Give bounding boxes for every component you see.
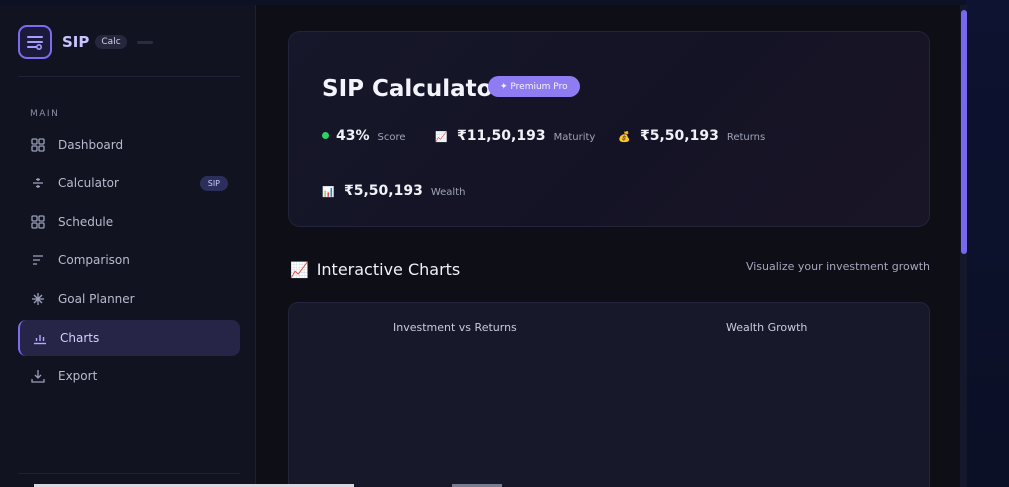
sidebar-item-label: Dashboard [58, 138, 124, 152]
stat-value: 43% [336, 128, 370, 144]
charts-section-header: 📈 Interactive Charts [290, 260, 460, 279]
sliders-icon [18, 25, 52, 59]
sparkle-icon [18, 292, 58, 306]
chart-title-investment-vs-returns: Investment vs Returns [393, 321, 517, 334]
app-window: SIP Calc MAIN Dashboard Calculator SIP S… [0, 5, 966, 487]
stat-label: Returns [726, 132, 766, 143]
sidebar-divider [18, 473, 240, 474]
stat-score: 43% Score [322, 128, 406, 144]
sidebar-item-calculator[interactable]: Calculator SIP [18, 165, 240, 201]
sidebar-item-label: Calculator [58, 176, 119, 190]
hero-card: SIP Calculator ✦ Premium Pro 43% Score 📈… [288, 31, 930, 227]
stat-label: Maturity [553, 132, 596, 143]
section-label: MAIN [30, 109, 60, 119]
sidebar-item-label: Export [58, 369, 98, 383]
sidebar-item-label: Goal Planner [58, 292, 135, 306]
grid-icon [18, 215, 58, 229]
sidebar-divider [18, 76, 240, 77]
sidebar-item-dashboard[interactable]: Dashboard [18, 127, 240, 163]
calculator-icon [18, 176, 58, 190]
bar-chart-icon [20, 331, 60, 345]
sidebar-item-charts[interactable]: Charts [18, 320, 240, 356]
charts-card: Investment vs Returns Wealth Growth [288, 302, 930, 487]
chart-up-icon: 📈 [290, 260, 309, 279]
sip-badge: SIP [199, 175, 228, 191]
grid-icon [18, 138, 58, 152]
lines-icon [18, 253, 58, 267]
download-icon [18, 369, 58, 383]
brand-indicator [136, 40, 153, 44]
sidebar-item-export[interactable]: Export [18, 358, 240, 394]
stat-value: ₹5,50,193 [640, 128, 719, 144]
sidebar-item-label: Comparison [58, 253, 130, 267]
stat-label: Score [377, 132, 406, 143]
page-title: SIP Calculator [322, 76, 504, 102]
stat-label: Wealth [430, 187, 466, 198]
stat-value: ₹11,50,193 [457, 128, 546, 144]
sidebar-item-label: Schedule [58, 215, 114, 229]
brand-tag: Calc [95, 35, 127, 49]
brand-name: SIP [62, 33, 90, 51]
money-bag-icon: 💰 [618, 132, 631, 143]
section-title: Interactive Charts [316, 260, 461, 279]
premium-badge: ✦ Premium Pro [488, 76, 580, 97]
scrollbar-thumb[interactable] [961, 10, 967, 254]
section-subtitle: Visualize your investment growth [745, 260, 930, 273]
bar-chart-icon: 📊 [322, 187, 335, 198]
sidebar: SIP Calc MAIN Dashboard Calculator SIP S… [0, 5, 256, 487]
sidebar-item-label: Charts [60, 331, 100, 345]
status-dot-icon [322, 132, 329, 139]
page-background [966, 0, 1009, 487]
stat-returns: 💰 ₹5,50,193 Returns [618, 128, 765, 144]
brand[interactable]: SIP Calc [18, 25, 153, 59]
sidebar-item-schedule[interactable]: Schedule [18, 204, 240, 240]
chart-up-icon: 📈 [435, 132, 448, 143]
sidebar-item-comparison[interactable]: Comparison [18, 242, 240, 278]
stat-value: ₹5,50,193 [344, 183, 423, 199]
sidebar-item-goal-planner[interactable]: Goal Planner [18, 281, 240, 317]
stat-wealth: 📊 ₹5,50,193 Wealth [322, 183, 465, 199]
stat-maturity: 📈 ₹11,50,193 Maturity [435, 128, 595, 144]
chart-title-wealth-growth: Wealth Growth [726, 321, 808, 334]
